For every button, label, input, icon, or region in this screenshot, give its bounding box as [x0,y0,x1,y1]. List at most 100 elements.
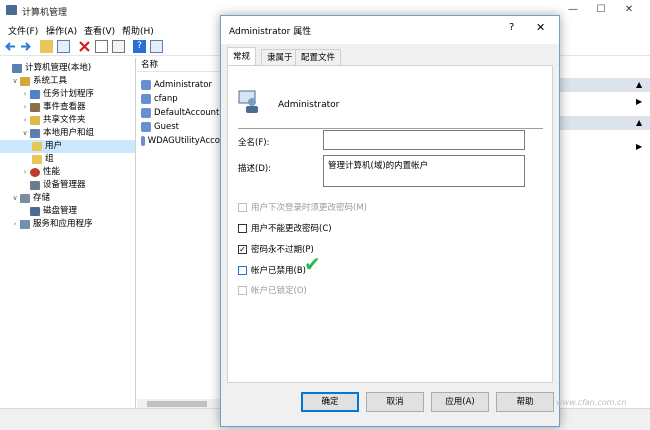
tree-item-label: 磁盘管理 [43,206,78,216]
collapse-icon[interactable]: ▲ [636,80,642,89]
checkbox-box[interactable] [238,223,247,233]
checkbox-cannot-change-password[interactable]: 用户不能更改密码(C) [238,222,332,234]
forward-icon[interactable] [19,40,32,53]
properties-dialog: Administrator 属性 ? ✕ 常规 隶属于 配置文件 Adminis… [220,15,560,427]
back-icon[interactable] [4,40,17,53]
tree-item-system-tools[interactable]: ∨ 系统工具 [0,75,135,88]
action-pane-icon[interactable] [150,40,163,53]
dialog-help-button[interactable]: ? [509,22,514,33]
chevron-down-icon[interactable]: ∨ [20,127,30,140]
actions-pane: ▲ ▶ ▶ ▲ [556,58,650,408]
user-list: 名称 Administrator cfanp DefaultAccount Gu… [137,58,220,408]
help-icon[interactable]: ? [133,40,146,53]
tree-item-computer-management[interactable]: 计算机管理(本地) [0,62,135,75]
tree-item-event-viewer[interactable]: › 事件查看器 [0,101,135,114]
minimize-button[interactable]: — [558,2,588,18]
list-item-label: WDAGUtilityAcco [147,136,220,146]
tree-item-label: 共享文件夹 [43,115,86,125]
list-item[interactable]: Guest [137,120,220,134]
tree-item-label: 服务和应用程序 [33,219,93,229]
refresh-icon[interactable] [112,40,125,53]
ok-button[interactable]: 确定 [301,392,359,412]
scrollbar-thumb[interactable] [147,401,207,407]
list-item[interactable]: DefaultAccount [137,106,220,120]
tree-item-services-applications[interactable]: › 服务和应用程序 [0,218,135,231]
tab-profile[interactable]: 配置文件 [295,49,342,65]
user-icon [141,136,145,146]
tree-item-label: 系统工具 [33,76,68,86]
tree-item-shared-folders[interactable]: › 共享文件夹 [0,114,135,127]
general-tab-panel: Administrator 全名(F): 描述(D): 管理计算机(域)的内置帐… [227,65,553,383]
actions-header-selected[interactable]: ▲ [556,116,650,130]
chevron-down-icon[interactable]: ∨ [10,192,20,205]
description-input[interactable]: 管理计算机(域)的内置帐户 [323,155,525,187]
dialog-title-bar: Administrator 属性 ? ✕ [221,16,559,44]
menu-action[interactable]: 操作(A) [44,23,79,38]
menu-view[interactable]: 查看(V) [82,23,117,38]
tab-general[interactable]: 常规 [227,47,257,66]
list-item-label: Administrator [154,80,212,90]
chevron-right-icon[interactable]: › [20,88,30,101]
list-item[interactable]: Administrator [137,78,220,92]
checkbox-box[interactable] [238,202,247,212]
collapse-icon[interactable]: ▲ [636,118,642,127]
tree-item-users[interactable]: 用户 [0,140,135,153]
tab-member-of[interactable]: 隶属于 [261,49,299,65]
user-icon [141,122,151,132]
dialog-close-button[interactable]: ✕ [536,21,545,34]
column-header-name[interactable]: 名称 [137,58,220,72]
close-button[interactable]: ✕ [614,2,644,18]
checkbox-box[interactable] [238,265,247,275]
menu-file[interactable]: 文件(F) [6,23,40,38]
actions-header-users[interactable]: ▲ [556,78,650,92]
chevron-down-icon[interactable]: ∨ [10,75,20,88]
tree-item-label: 用户 [45,141,63,151]
tree-item-disk-management[interactable]: 磁盘管理 [0,205,135,218]
menu-help[interactable]: 帮助(H) [120,23,156,38]
navigation-tree: 计算机管理(本地) ∨ 系统工具 › 任务计划程序 › 事件查看器 › 共享文件… [0,58,136,430]
submenu-arrow-icon[interactable]: ▶ [636,97,642,106]
checkbox-must-change-password[interactable]: 用户下次登录时须更改密码(M) [238,201,367,213]
show-hide-tree-icon[interactable] [57,40,70,53]
list-item[interactable]: WDAGUtilityAcco [137,134,220,148]
performance-icon [30,168,40,177]
shared-folder-icon [30,116,40,125]
chevron-right-icon[interactable]: › [10,218,20,231]
disk-icon [30,207,40,216]
tree-item-task-scheduler[interactable]: › 任务计划程序 [0,88,135,101]
checkbox-password-never-expires[interactable]: ✓ 密码永不过期(P) [238,243,314,255]
submenu-arrow-icon[interactable]: ▶ [636,142,642,151]
user-icon [141,80,151,90]
folder-icon [32,142,42,151]
apply-button[interactable]: 应用(A) [431,392,489,412]
user-icon [141,108,151,118]
fullname-label: 全名(F): [238,138,270,148]
checkbox-box[interactable]: ✓ [238,244,247,254]
tree-item-label: 组 [45,154,54,164]
chevron-right-icon[interactable]: › [20,101,30,114]
event-viewer-icon [30,103,40,112]
fullname-input[interactable] [323,130,525,150]
app-title: 计算机管理 [22,8,68,18]
tree-item-local-users-groups[interactable]: ∨ 本地用户和组 [0,127,135,140]
checkbox-box[interactable] [238,285,247,295]
tree-item-storage[interactable]: ∨ 存储 [0,192,135,205]
help-button[interactable]: 帮助 [496,392,554,412]
properties-icon[interactable] [95,40,108,53]
tree-item-label: 本地用户和组 [43,128,95,138]
up-folder-icon[interactable] [40,40,53,53]
computer-icon [12,64,22,73]
maximize-button[interactable]: ☐ [586,2,616,18]
list-item[interactable]: cfanp [137,92,220,106]
tree-item-label: 存储 [33,193,51,203]
cancel-button[interactable]: 取消 [366,392,424,412]
delete-icon[interactable] [78,40,91,53]
chevron-right-icon[interactable]: › [20,166,30,179]
list-item-label: Guest [154,122,179,132]
tree-item-groups[interactable]: 组 [0,153,135,166]
checkbox-account-locked[interactable]: 帐户已锁定(O) [238,284,307,296]
tree-item-device-manager[interactable]: 设备管理器 [0,179,135,192]
chevron-right-icon[interactable]: › [20,114,30,127]
checkbox-account-disabled[interactable]: 帐户已禁用(B) [238,264,306,276]
tree-item-performance[interactable]: › 性能 [0,166,135,179]
